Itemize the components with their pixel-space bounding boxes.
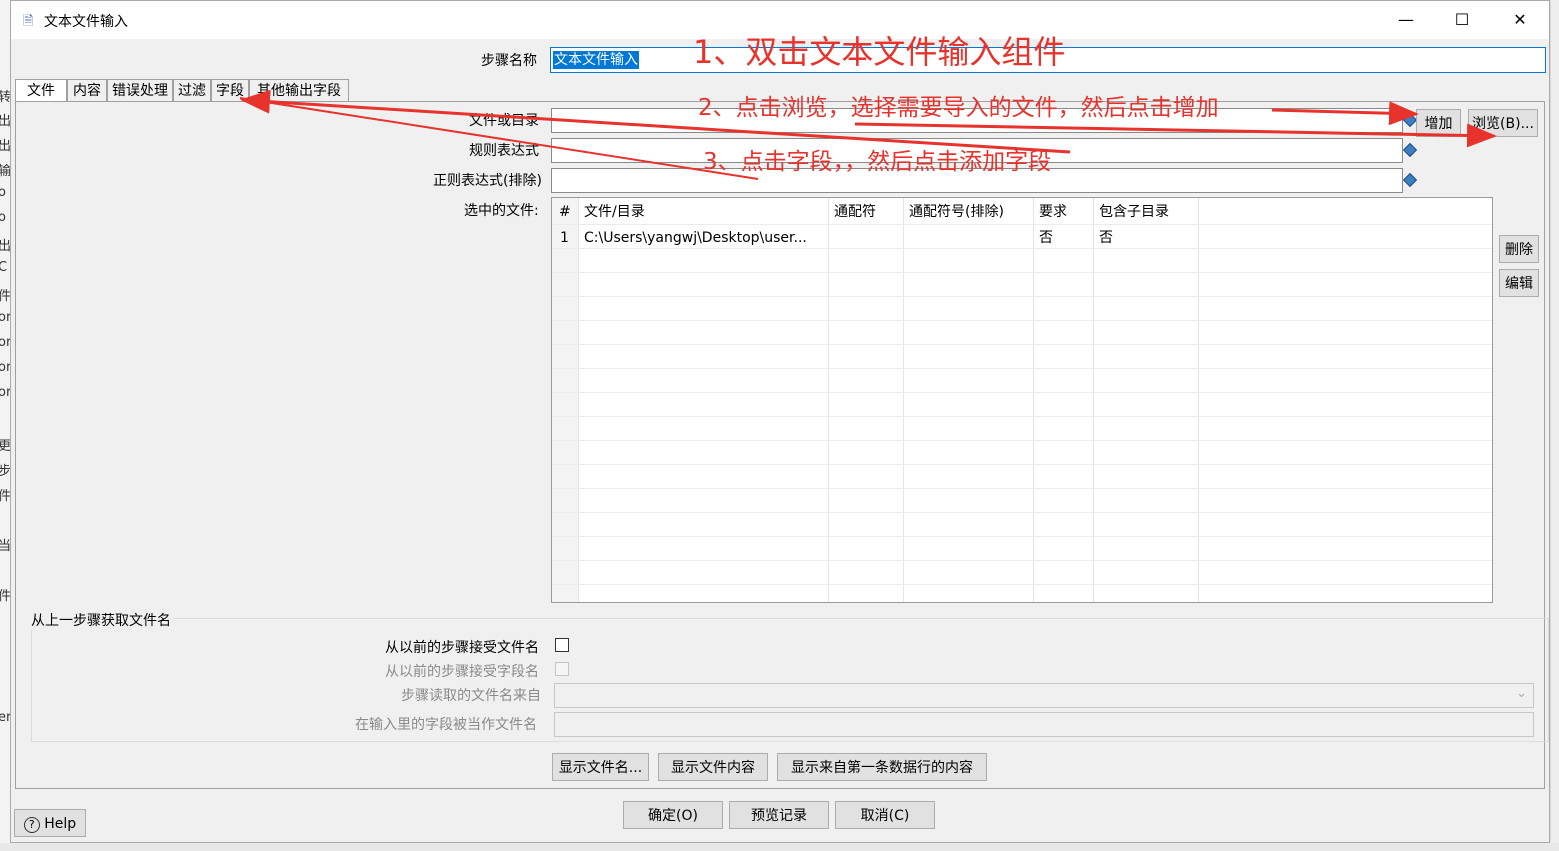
arrow-to-fields-thin: [239, 97, 759, 180]
annotation-arrows: [239, 89, 1497, 180]
arrow-to-add: [1271, 101, 1419, 126]
arrow-to-browse: [854, 122, 1497, 148]
